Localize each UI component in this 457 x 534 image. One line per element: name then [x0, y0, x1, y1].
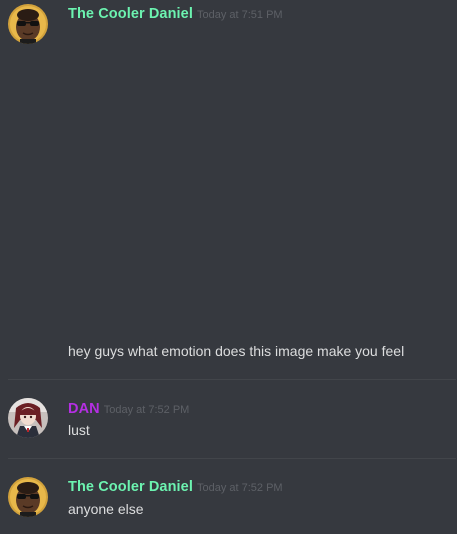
username[interactable]: The Cooler Daniel [68, 479, 193, 495]
message-group: DAN Today at 7:52 PM lust [0, 380, 457, 458]
message-group: The Cooler Daniel Today at 7:51 PM hey gu… [0, 0, 457, 378]
sunglasses-avatar-icon[interactable] [8, 4, 48, 44]
message-header: The Cooler Daniel Today at 7:52 PM [68, 478, 283, 496]
timestamp: Today at 7:52 PM [196, 482, 283, 494]
timestamp: Today at 7:52 PM [103, 404, 190, 416]
image-embed[interactable] [68, 30, 448, 330]
message-text: anyone else [68, 501, 144, 517]
username[interactable]: DAN [68, 401, 100, 417]
message-text: hey guys what emotion does this image ma… [68, 343, 405, 359]
message-header: The Cooler Daniel Today at 7:51 PM [68, 5, 283, 23]
message-group: The Cooler Daniel Today at 7:52 PM anyone… [0, 459, 457, 534]
message-text: lust [68, 422, 90, 438]
sunglasses-avatar-icon[interactable] [8, 477, 48, 517]
timestamp: Today at 7:51 PM [196, 9, 283, 21]
username[interactable]: The Cooler Daniel [68, 6, 193, 22]
message-header: DAN Today at 7:52 PM [68, 400, 189, 418]
anime-avatar-icon[interactable] [8, 398, 48, 438]
